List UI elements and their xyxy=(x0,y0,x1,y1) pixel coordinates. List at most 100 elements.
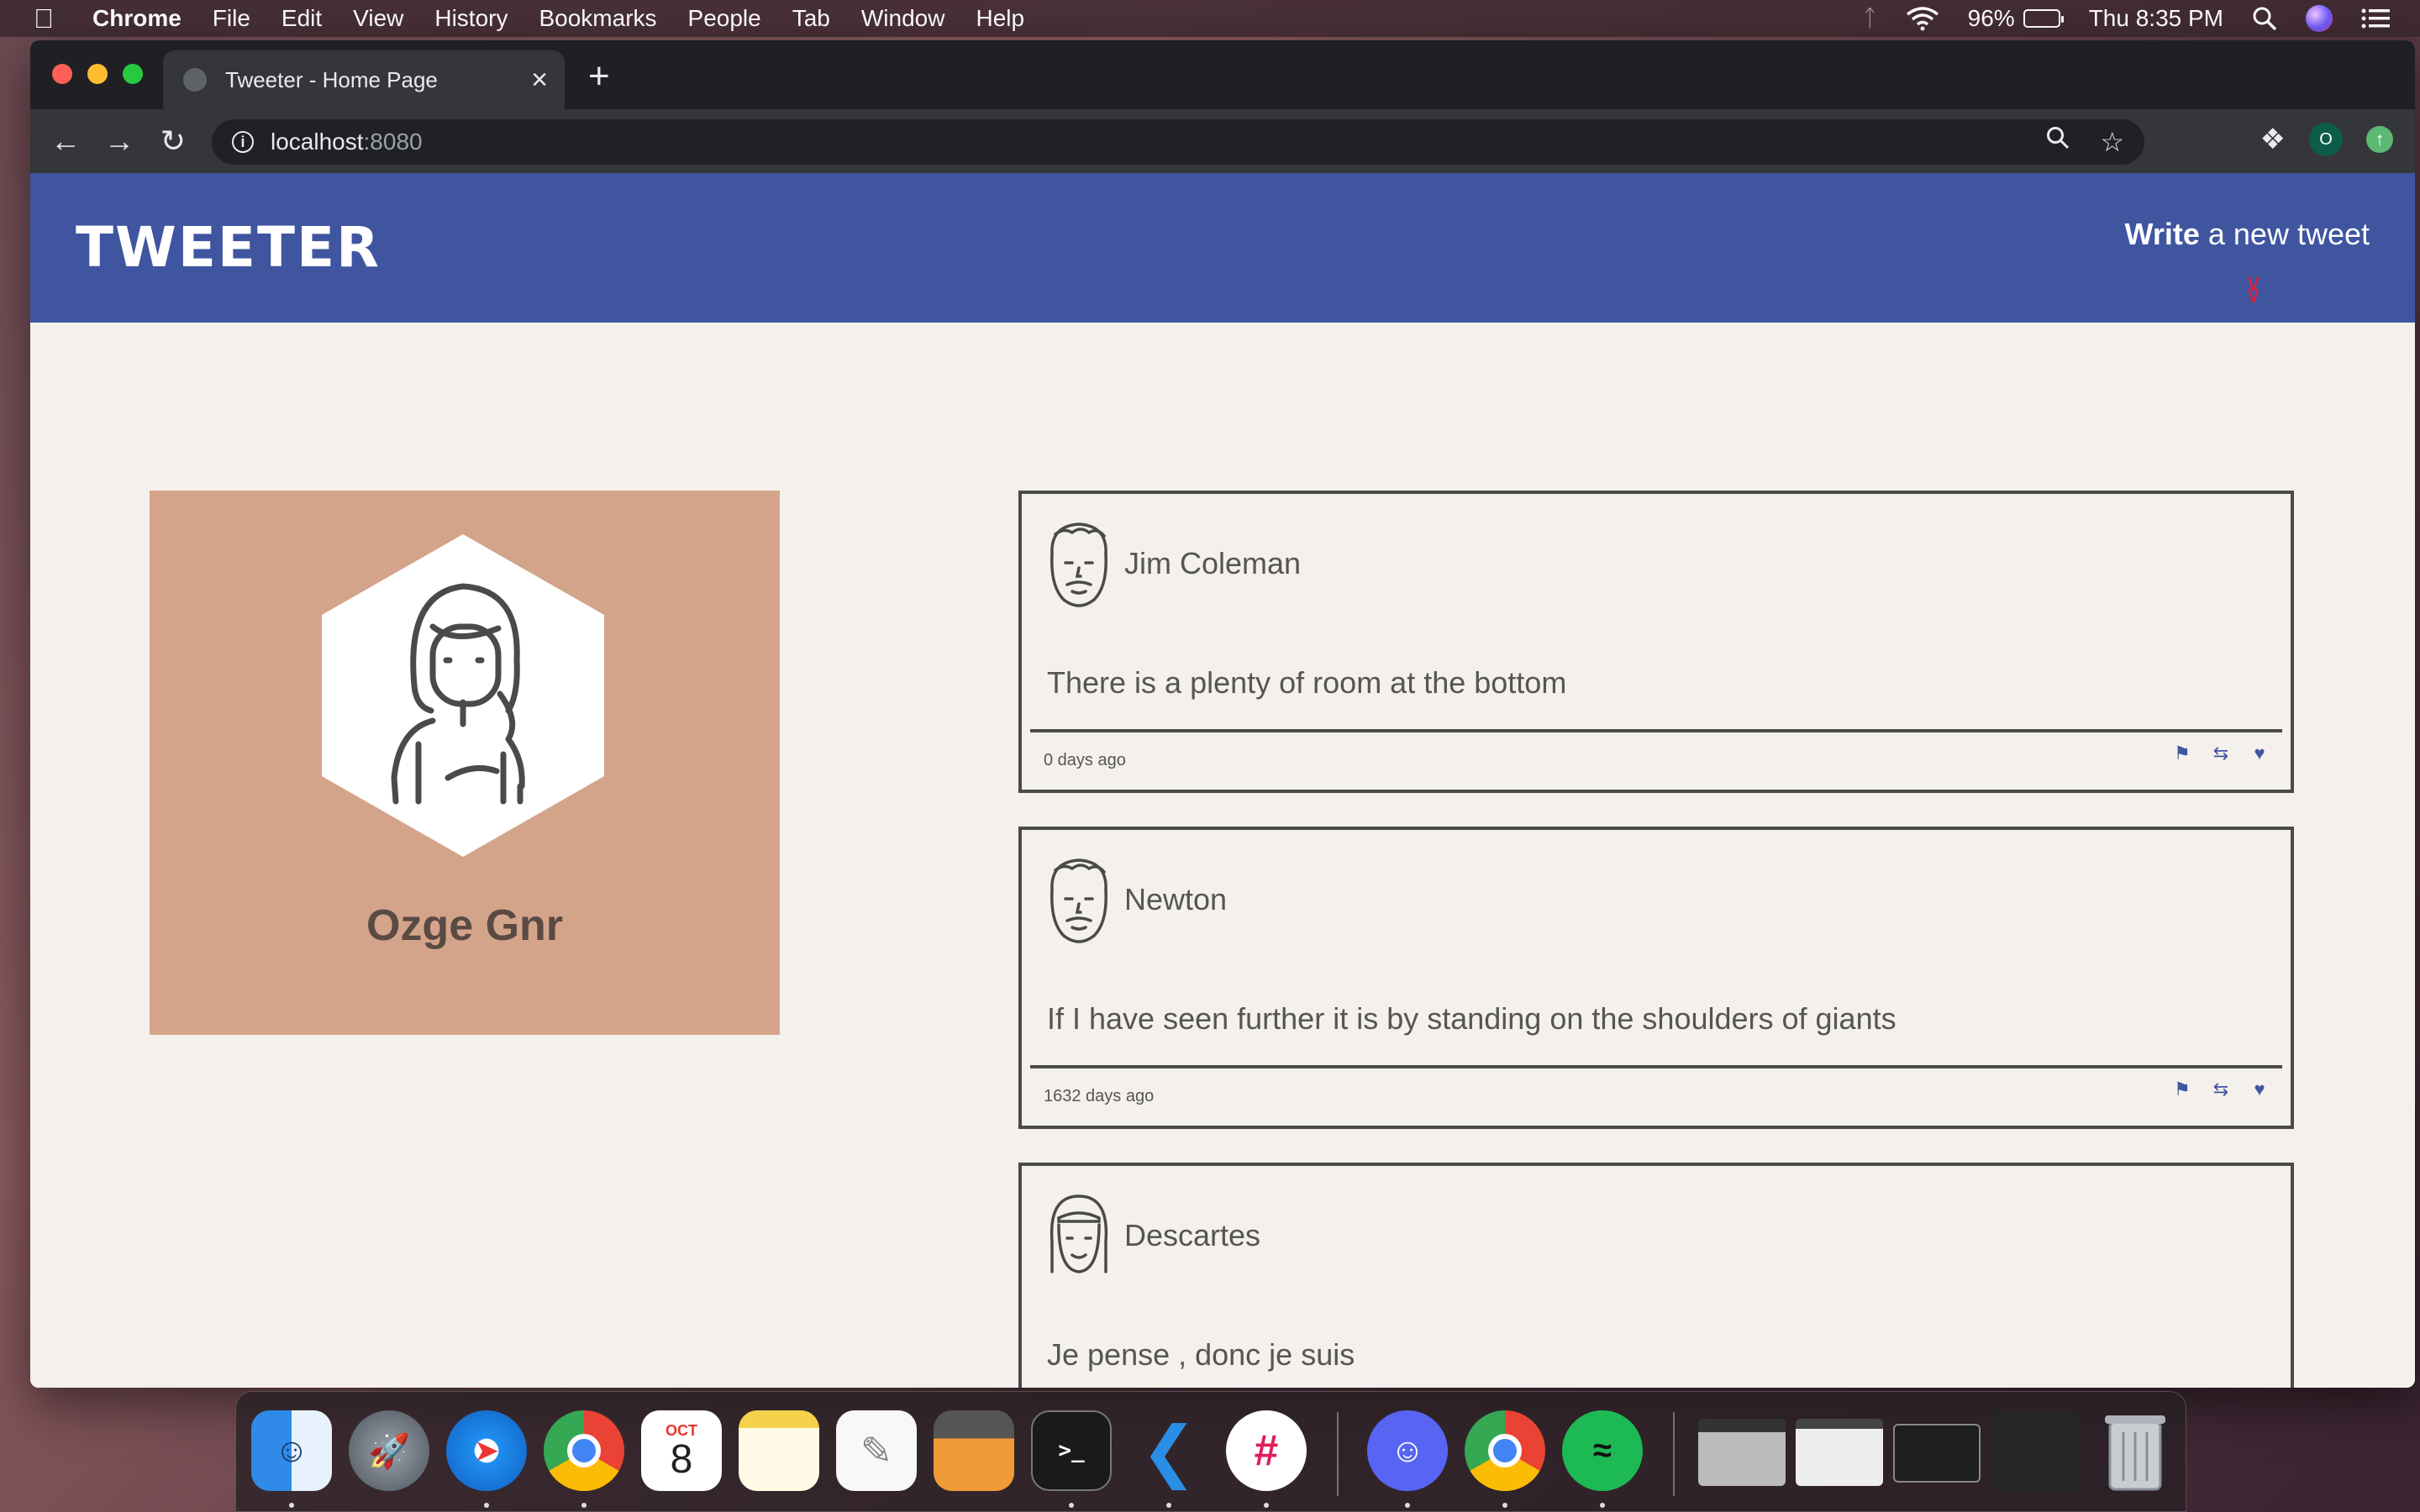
minimized-window-thumbnail[interactable] xyxy=(1991,1410,2078,1491)
calculator-icon[interactable] xyxy=(934,1410,1014,1491)
wifi-icon[interactable] xyxy=(1906,6,1939,31)
new-tab-button[interactable]: + xyxy=(588,55,610,97)
retweet-icon[interactable]: ⇆ xyxy=(2212,743,2230,764)
profile-avatar-button[interactable]: O xyxy=(2309,123,2343,156)
heart-icon[interactable]: ♥ xyxy=(2250,1079,2269,1100)
tweet-divider xyxy=(1030,729,2282,732)
calendar-icon[interactable]: OCT 8 xyxy=(641,1410,722,1491)
trash-can-icon xyxy=(2105,1415,2165,1491)
menu-bookmarks[interactable]: Bookmarks xyxy=(539,5,656,32)
double-chevron-down-icon[interactable]: ∨ ∨ xyxy=(2245,271,2263,307)
trash-icon[interactable] xyxy=(2095,1410,2175,1491)
apple-menu-icon[interactable]:  xyxy=(34,3,67,34)
reload-icon[interactable]: ↻ xyxy=(146,123,200,159)
minimized-window-thumbnail[interactable] xyxy=(1698,1419,1786,1486)
safari-icon[interactable]: ➤ xyxy=(446,1410,527,1491)
omnibox-actions: ☆ xyxy=(2046,126,2124,158)
tweet-actions: ⚑ ⇆ ♥ xyxy=(2173,743,2269,764)
running-indicator xyxy=(289,1503,294,1508)
flag-icon[interactable]: ⚑ xyxy=(2173,743,2191,764)
bearded-man-avatar-icon xyxy=(1050,858,1107,943)
menu-help[interactable]: Help xyxy=(976,5,1024,32)
menu-edit[interactable]: Edit xyxy=(281,5,322,32)
woman-avatar-icon xyxy=(1050,1194,1108,1273)
running-indicator xyxy=(1502,1503,1507,1508)
compose-rest-label: a new tweet xyxy=(2199,217,2370,251)
vscode-icon[interactable]: ❮ xyxy=(1128,1410,1209,1491)
window-controls xyxy=(52,64,143,84)
notification-center-icon[interactable] xyxy=(2361,8,2390,29)
site-logo[interactable]: TWEETER xyxy=(76,215,381,280)
extensions-area: ❖ O ↑ xyxy=(2260,123,2393,156)
running-indicator xyxy=(1600,1503,1605,1508)
tweet-card: Jim Coleman There is a plenty of room at… xyxy=(1018,491,2294,793)
forward-arrow-icon[interactable]: → xyxy=(92,123,146,159)
back-arrow-icon[interactable]: ← xyxy=(39,123,92,159)
tweet-actions: ⚑ ⇆ ♥ xyxy=(2173,1079,2269,1100)
notes-icon[interactable] xyxy=(739,1410,819,1491)
running-indicator xyxy=(1405,1503,1410,1508)
chrome-icon[interactable] xyxy=(544,1410,624,1491)
chrome-update-icon[interactable]: ↑ xyxy=(2366,126,2393,153)
dock-separator xyxy=(1673,1412,1675,1496)
profile-avatar xyxy=(322,534,604,857)
address-bar[interactable]: i localhost:8080 ☆ xyxy=(212,119,2144,165)
site-info-icon[interactable]: i xyxy=(232,131,254,153)
slack-icon[interactable]: # xyxy=(1226,1410,1307,1491)
menu-window[interactable]: Window xyxy=(861,5,945,32)
site-navbar: TWEETER Write a new tweet ∨ ∨ xyxy=(30,173,2415,323)
compose-tweet-link[interactable]: Write a new tweet xyxy=(2125,217,2370,252)
url-host: localhost xyxy=(271,129,364,155)
minimized-window-thumbnail[interactable] xyxy=(1796,1419,1883,1486)
menubar-clock[interactable]: Thu 8:35 PM xyxy=(2089,5,2223,32)
minimize-window-button[interactable] xyxy=(87,64,108,84)
menu-app-name[interactable]: Chrome xyxy=(92,5,182,32)
chrome-window: Tweeter - Home Page × + ← → ↻ i localhos… xyxy=(30,40,2415,1388)
terminal-icon[interactable]: >_ xyxy=(1031,1410,1112,1491)
dock-separator xyxy=(1337,1412,1339,1496)
globe-favicon-icon xyxy=(183,68,207,92)
launchpad-icon[interactable]: 🚀 xyxy=(349,1410,429,1491)
menu-file[interactable]: File xyxy=(213,5,250,32)
siri-icon[interactable] xyxy=(2306,5,2333,32)
menu-history[interactable]: History xyxy=(434,5,508,32)
menu-view[interactable]: View xyxy=(353,5,403,32)
tweet-author: Newton xyxy=(1124,882,1228,916)
bookmark-star-icon[interactable]: ☆ xyxy=(2100,126,2124,158)
zoom-magnifier-icon[interactable] xyxy=(2046,126,2070,150)
discord-icon[interactable]: ☺ xyxy=(1367,1410,1448,1491)
battery-percent: 96% xyxy=(1967,5,2015,31)
retweet-icon[interactable]: ⇆ xyxy=(2212,1079,2230,1100)
heart-icon[interactable]: ♥ xyxy=(2250,743,2269,764)
spotify-icon[interactable]: ≈ xyxy=(1562,1410,1643,1491)
macos-dock: ☺ 🚀 ➤ OCT 8 ✎ >_ ❮ # ☺ ≈ xyxy=(235,1391,2186,1512)
close-tab-icon[interactable]: × xyxy=(531,64,548,97)
tweet-age: 0 days ago xyxy=(1044,751,1126,769)
menu-tab[interactable]: Tab xyxy=(792,5,830,32)
running-indicator xyxy=(1264,1503,1269,1508)
tweet-content: If I have seen further it is by standing… xyxy=(1047,1001,1897,1036)
bluetooth-icon[interactable]: ᛏ xyxy=(1863,5,1877,32)
macos-menu-bar:  Chrome File Edit View History Bookmark… xyxy=(0,0,2420,37)
browser-tab-active[interactable]: Tweeter - Home Page × xyxy=(163,50,565,109)
tweet-card: Newton If I have seen further it is by s… xyxy=(1018,827,2294,1129)
chrome-icon[interactable] xyxy=(1465,1410,1545,1491)
extensions-puzzle-icon[interactable]: ❖ xyxy=(2260,123,2286,156)
battery-status[interactable]: 96% xyxy=(1967,5,2064,32)
running-indicator xyxy=(484,1503,489,1508)
profile-name: Ozge Gnr xyxy=(366,901,564,950)
tweet-author: Descartes xyxy=(1124,1218,1261,1252)
zoom-window-button[interactable] xyxy=(123,64,143,84)
finder-icon[interactable]: ☺ xyxy=(251,1410,332,1491)
minimized-window-thumbnail[interactable] xyxy=(1893,1424,1981,1483)
menu-people[interactable]: People xyxy=(688,5,761,32)
tweet-content: Je pense , donc je suis xyxy=(1047,1337,1355,1372)
menubar-status-area: ᛏ 96% Thu 8:35 PM xyxy=(1863,0,2390,37)
spotlight-search-icon[interactable] xyxy=(2252,6,2277,31)
bearded-man-avatar-icon xyxy=(1050,522,1107,607)
flag-icon[interactable]: ⚑ xyxy=(2173,1079,2191,1100)
profile-card: Ozge Gnr xyxy=(150,491,780,1035)
textedit-icon[interactable]: ✎ xyxy=(836,1410,917,1491)
close-window-button[interactable] xyxy=(52,64,72,84)
compose-strong-label: Write xyxy=(2124,217,2200,251)
